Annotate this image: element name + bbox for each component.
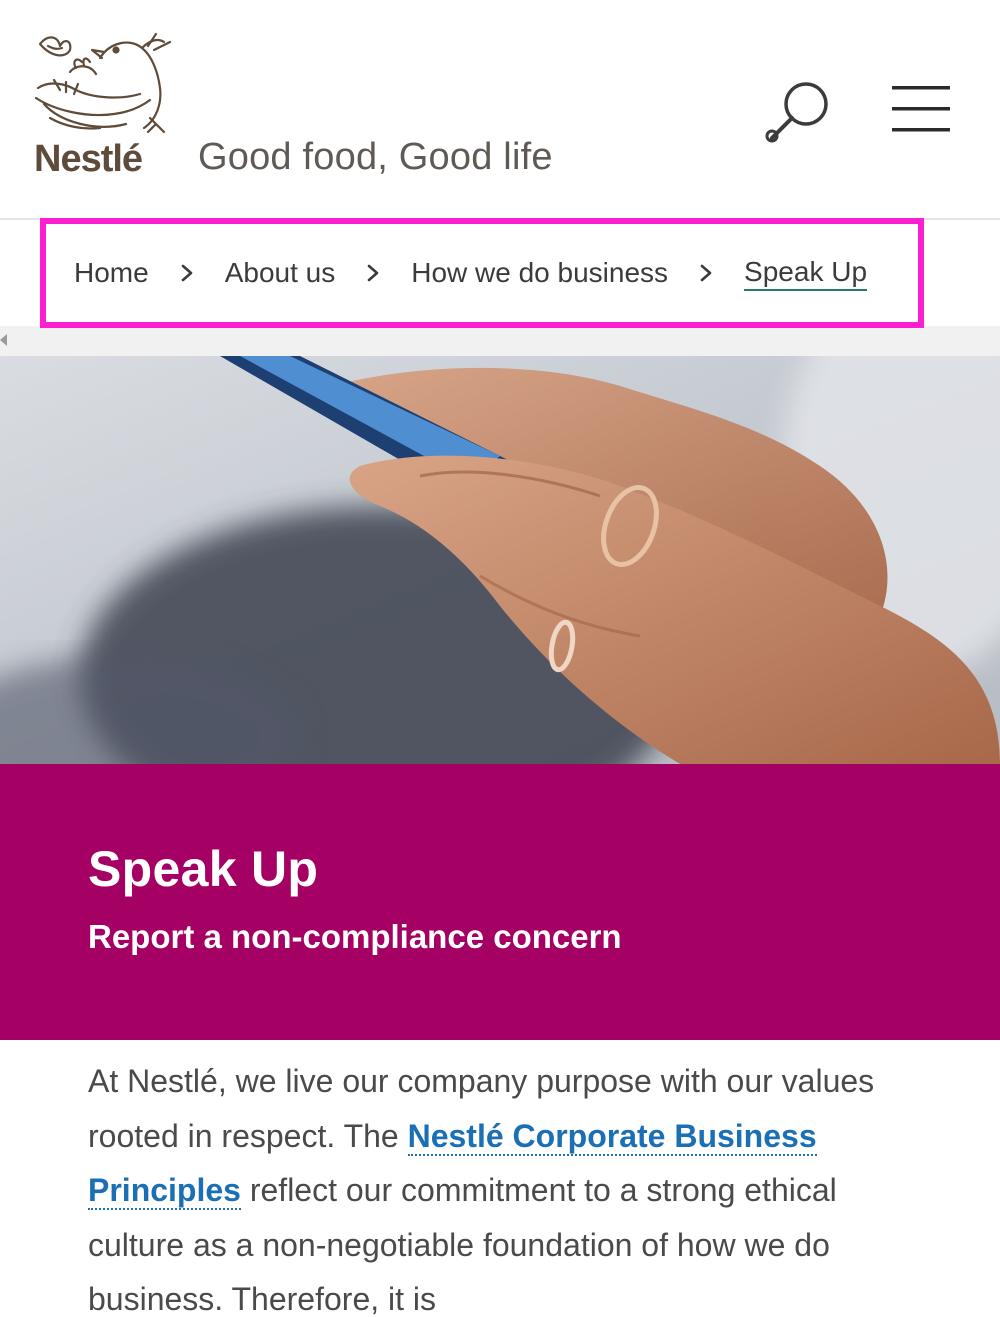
site-header: Nestlé Good food, Good life bbox=[0, 0, 1000, 220]
page-banner bbox=[0, 764, 1000, 1040]
breadcrumb-scroll-track[interactable] bbox=[0, 326, 1000, 356]
hero-image bbox=[0, 356, 1000, 764]
menu-button[interactable] bbox=[888, 82, 954, 136]
breadcrumb: Home About us How we do business Speak U… bbox=[40, 218, 924, 328]
scroll-left-arrow-icon[interactable] bbox=[0, 334, 7, 346]
chevron-right-icon bbox=[169, 263, 205, 283]
brand-wordmark: Nestlé bbox=[34, 138, 142, 180]
page-title: Speak Up bbox=[88, 841, 319, 897]
search-icon bbox=[765, 82, 828, 143]
nestle-logo[interactable]: Nestlé bbox=[30, 28, 180, 188]
breadcrumb-item-how-we-do-business[interactable]: How we do business bbox=[411, 257, 668, 289]
chevron-right-icon bbox=[355, 263, 391, 283]
tagline: Good food, Good life bbox=[198, 136, 553, 178]
hamburger-menu-icon bbox=[892, 86, 950, 132]
intro-paragraph: At Nestlé, we live our company purpose w… bbox=[88, 1054, 888, 1317]
breadcrumb-item-home[interactable]: Home bbox=[74, 257, 149, 289]
breadcrumb-item-about-us[interactable]: About us bbox=[225, 257, 336, 289]
page-subtitle: Report a non-compliance concern bbox=[88, 918, 622, 955]
search-button[interactable] bbox=[762, 80, 834, 144]
breadcrumb-item-speak-up[interactable]: Speak Up bbox=[744, 256, 868, 291]
chevron-right-icon bbox=[688, 263, 724, 283]
